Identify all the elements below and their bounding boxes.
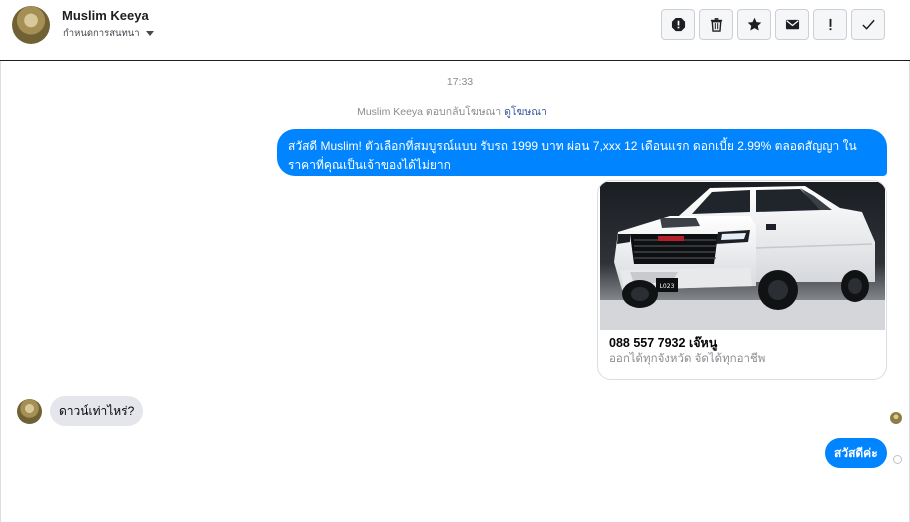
spam-button[interactable] — [661, 9, 695, 40]
outgoing-reply-bubble[interactable]: สวัสดีค่ะ — [825, 438, 887, 468]
delete-button[interactable] — [699, 9, 733, 40]
left-border — [0, 60, 1, 522]
star-icon — [747, 17, 762, 32]
star-button[interactable] — [737, 9, 771, 40]
ad-image[interactable]: L023 — [600, 182, 885, 330]
envelope-icon — [785, 17, 800, 32]
conversation-toolbar — [661, 9, 885, 40]
ad-card[interactable]: L023 088 557 7932 เจ๊หนู ออกได้ทุกจังหวั… — [597, 180, 887, 380]
sent-status-icon — [893, 455, 902, 464]
message-timestamp: 17:33 — [446, 76, 474, 88]
ad-subtitle: ออกได้ทุกจังหวัด จัดได้ทุกอาชีพ — [609, 353, 766, 365]
mark-unread-button[interactable] — [775, 9, 809, 40]
incoming-message-bubble[interactable]: ดาวน์เท่าไหร่? — [50, 396, 144, 426]
spam-icon — [671, 17, 686, 32]
outgoing-message-bubble[interactable]: สวัสดี Muslim! ตัวเลือกที่สมบูรณ์แบบ รับ… — [277, 129, 887, 176]
seen-receipt-avatar — [890, 412, 902, 424]
ad-reply-notice: Muslim Keeya ตอบกลับโฆษณา ดูโฆษณา — [0, 103, 904, 120]
caret-down-icon — [145, 31, 154, 36]
view-ad-link[interactable]: ดูโฆษณา — [504, 106, 547, 118]
follow-up-button[interactable] — [813, 9, 847, 40]
license-plate: L023 — [660, 283, 675, 290]
done-button[interactable] — [851, 9, 885, 40]
contact-avatar[interactable] — [12, 6, 50, 44]
exclamation-icon — [823, 17, 838, 32]
conversation-header: Muslim Keeya กำหนดการสนทนา — [0, 0, 910, 61]
checkmark-icon — [861, 17, 876, 32]
trash-icon — [709, 17, 724, 32]
sender-avatar[interactable] — [17, 399, 42, 424]
label-dropdown[interactable]: กำหนดการสนทนา — [63, 26, 154, 41]
label-dropdown-text: กำหนดการสนทนา — [63, 28, 140, 39]
ad-reply-text: Muslim Keeya ตอบกลับโฆษณา — [357, 106, 502, 118]
contact-name[interactable]: Muslim Keeya — [62, 8, 149, 23]
